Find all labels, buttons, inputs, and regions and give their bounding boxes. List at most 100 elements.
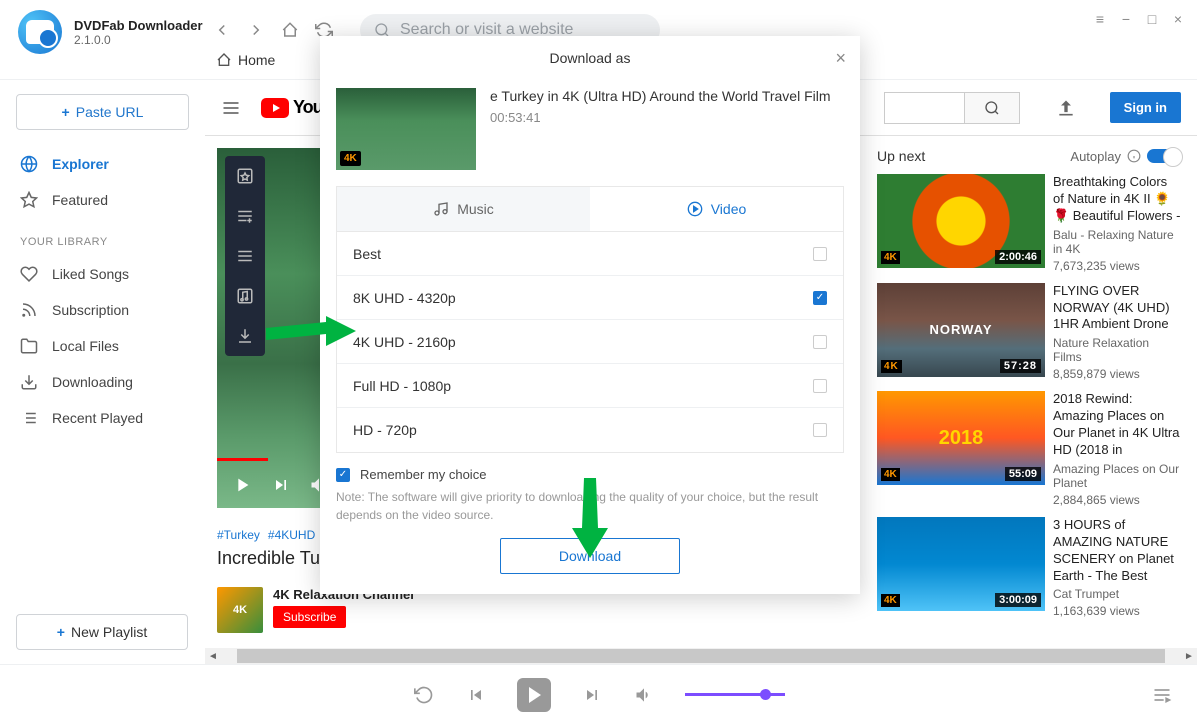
tab-video-label: Video: [711, 201, 747, 217]
volume-button[interactable]: [633, 684, 655, 706]
sidebar-downloading[interactable]: Downloading: [16, 364, 189, 400]
upnext-duration: 3:00:09: [995, 593, 1041, 607]
4k-badge: 4K: [881, 360, 902, 373]
quality-label: HD - 720p: [353, 422, 417, 438]
minimize-button[interactable]: −: [1115, 8, 1137, 30]
subscribe-button[interactable]: Subscribe: [273, 606, 346, 628]
upnext-views: 2,884,865 views: [1053, 493, 1181, 507]
window-controls: ≡ − □ ×: [1089, 8, 1189, 30]
upnext-title: 2018 Rewind: Amazing Places on Our Plane…: [1053, 391, 1181, 459]
tab-video[interactable]: Video: [590, 187, 843, 231]
quality-checkbox[interactable]: ✓: [813, 291, 827, 305]
sidebar-explorer[interactable]: Explorer: [16, 146, 189, 182]
quality-row[interactable]: 8K UHD - 4320p ✓: [337, 276, 843, 320]
quality-checkbox[interactable]: [813, 423, 827, 437]
bottom-player-bar: [0, 664, 1197, 724]
upnext-views: 1,163,639 views: [1053, 604, 1181, 618]
quality-row[interactable]: 4K UHD - 2160p: [337, 320, 843, 364]
video-icon: [687, 201, 703, 217]
youtube-search-button[interactable]: [964, 92, 1020, 124]
sidebar-liked-label: Liked Songs: [52, 266, 129, 282]
autoplay-toggle[interactable]: Autoplay: [1070, 149, 1181, 164]
next-track-icon[interactable]: [581, 684, 603, 706]
music-icon: [433, 201, 449, 217]
upnext-item[interactable]: 4K 3:00:09 3 HOURS of AMAZING NATURE SCEN…: [877, 517, 1181, 619]
plus-icon: +: [62, 104, 70, 120]
new-playlist-button[interactable]: + New Playlist: [16, 614, 188, 650]
play-button[interactable]: [517, 678, 551, 712]
sidebar-local-files[interactable]: Local Files: [16, 328, 189, 364]
scroll-left-arrow[interactable]: ◄: [205, 651, 221, 662]
channel-avatar[interactable]: 4K: [217, 587, 263, 633]
quality-row[interactable]: Best: [337, 232, 843, 276]
home-button[interactable]: [276, 16, 304, 44]
menu-button[interactable]: ≡: [1089, 8, 1111, 30]
paste-url-button[interactable]: + Paste URL: [16, 94, 189, 130]
prev-track-icon[interactable]: [465, 684, 487, 706]
tab-music[interactable]: Music: [337, 187, 590, 231]
play-icon[interactable]: [231, 474, 253, 496]
quality-checkbox[interactable]: [813, 335, 827, 349]
upload-icon[interactable]: [1056, 98, 1076, 118]
volume-slider[interactable]: [685, 693, 785, 696]
home-tab[interactable]: Home: [216, 52, 275, 68]
app-logo-icon: [18, 10, 62, 54]
favorite-icon[interactable]: [233, 164, 257, 188]
upnext-channel: Amazing Places on Our Planet: [1053, 462, 1181, 490]
quality-label: 8K UHD - 4320p: [353, 290, 456, 306]
queue-icon[interactable]: [1151, 684, 1173, 706]
quality-label: Full HD - 1080p: [353, 378, 451, 394]
sidebar-liked-songs[interactable]: Liked Songs: [16, 256, 189, 292]
quality-checkbox[interactable]: [813, 247, 827, 261]
music-note-icon[interactable]: [233, 284, 257, 308]
add-to-list-icon[interactable]: [233, 204, 257, 228]
repeat-icon[interactable]: [413, 684, 435, 706]
sidebar-featured-label: Featured: [52, 192, 108, 208]
modal-close-button[interactable]: ×: [835, 48, 846, 69]
upnext-item[interactable]: 4K2:00:46 Breathtaking Colors of Nature …: [877, 174, 1181, 273]
upnext-title: 3 HOURS of AMAZING NATURE SCENERY on Pla…: [1053, 517, 1181, 585]
sidebar-recent[interactable]: Recent Played: [16, 400, 189, 436]
upnext-thumb: 4K2:00:46: [877, 174, 1045, 268]
quality-label: Best: [353, 246, 381, 262]
upnext-item[interactable]: 20184K55:09 2018 Rewind: Amazing Places …: [877, 391, 1181, 507]
modal-video-info: 4K e Turkey in 4K (Ultra HD) Around the …: [320, 80, 860, 186]
sidebar-explorer-label: Explorer: [52, 156, 109, 172]
remember-checkbox[interactable]: ✓: [336, 468, 350, 482]
toggle-switch[interactable]: [1147, 149, 1181, 163]
tag-4kuhd[interactable]: #4KUHD: [268, 528, 315, 542]
quality-row[interactable]: Full HD - 1080p: [337, 364, 843, 408]
scroll-right-arrow[interactable]: ►: [1181, 651, 1197, 662]
download-icon: [20, 373, 38, 391]
upnext-thumb: 4K 3:00:09: [877, 517, 1045, 611]
scroll-thumb[interactable]: [237, 649, 1165, 663]
4k-badge: 4K: [881, 594, 900, 607]
download-video-icon[interactable]: [233, 324, 257, 348]
maximize-button[interactable]: □: [1141, 8, 1163, 30]
sidebar-subscription[interactable]: Subscription: [16, 292, 189, 328]
hamburger-icon[interactable]: [221, 98, 241, 118]
playlist-icon[interactable]: [233, 244, 257, 268]
forward-button[interactable]: [242, 16, 270, 44]
tag-turkey[interactable]: #Turkey: [217, 528, 260, 542]
quality-checkbox[interactable]: [813, 379, 827, 393]
sidebar: + Paste URL Explorer Featured YOUR LIBRA…: [0, 80, 205, 640]
signin-button[interactable]: Sign in: [1110, 92, 1181, 123]
modal-video-title: e Turkey in 4K (Ultra HD) Around the Wor…: [490, 88, 831, 104]
horizontal-scrollbar[interactable]: ◄ ►: [205, 648, 1197, 664]
upnext-item[interactable]: NORWAY4K57:28 FLYING OVER NORWAY (4K UHD…: [877, 283, 1181, 382]
upnext-duration: 2:00:46: [995, 250, 1041, 264]
upnext-channel: Nature Relaxation Films: [1053, 336, 1181, 364]
youtube-search-input[interactable]: [884, 92, 964, 124]
globe-icon: [20, 155, 38, 173]
sidebar-featured[interactable]: Featured: [16, 182, 189, 218]
back-button[interactable]: [208, 16, 236, 44]
close-window-button[interactable]: ×: [1167, 8, 1189, 30]
youtube-search: [884, 92, 1020, 124]
next-icon[interactable]: [271, 475, 291, 495]
autoplay-label: Autoplay: [1070, 149, 1121, 164]
upnext-thumb: NORWAY4K57:28: [877, 283, 1045, 377]
quality-row[interactable]: HD - 720p: [337, 408, 843, 452]
quality-list[interactable]: Best 8K UHD - 4320p ✓ 4K UHD - 2160p Full HD…: [336, 231, 844, 453]
upnext-thumb: 20184K55:09: [877, 391, 1045, 485]
